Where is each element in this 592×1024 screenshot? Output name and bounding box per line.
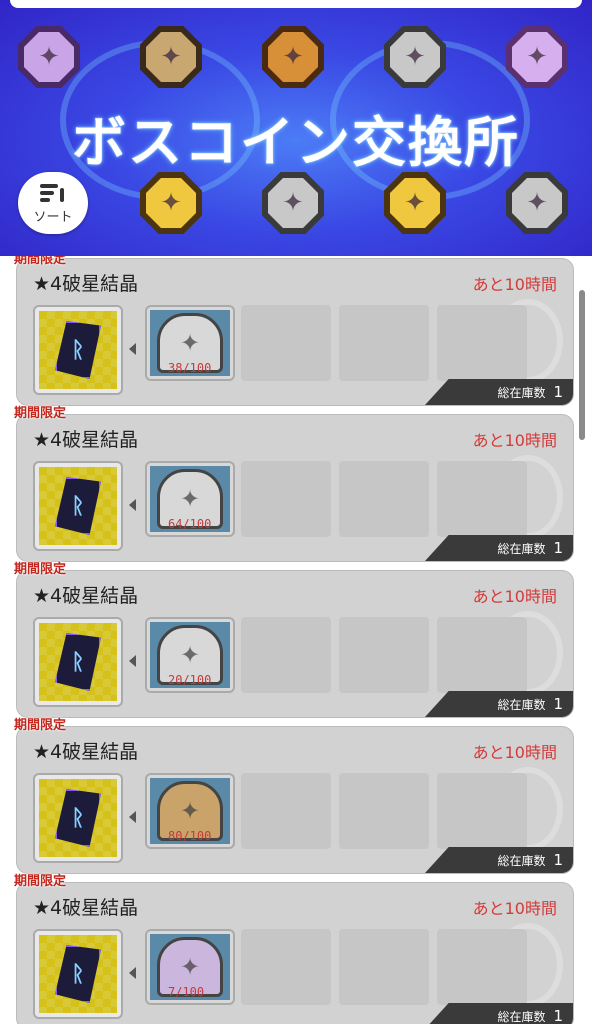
coin-count: 38/100 <box>168 361 212 375</box>
time-remaining: あと10時間 <box>472 587 557 606</box>
stock-label: 総在庫数 <box>497 1009 546 1024</box>
cost-coin-image: ✦ 80/100 <box>150 778 230 844</box>
arrow-left-icon <box>129 499 136 511</box>
crystal-item-image: ᚱ <box>39 779 117 857</box>
stock-count: 1 <box>553 539 563 557</box>
reward-item-slot[interactable]: ᚱ <box>33 773 123 863</box>
stock-count: 1 <box>553 1007 563 1024</box>
cost-coin-slot[interactable]: ✦ 20/100 <box>145 617 235 693</box>
empty-slot <box>241 617 331 693</box>
stock-bar: 総在庫数 1 <box>425 535 573 561</box>
reward-item-slot[interactable]: ᚱ <box>33 929 123 1019</box>
top-bar <box>10 0 582 8</box>
cost-coin-slot[interactable]: ✦ 7/100 <box>145 929 235 1005</box>
stock-label: 総在庫数 <box>497 385 546 400</box>
boss-coin-banner: ✦ ✦ ✦ ✦ ✦ ✦ ✦ ✦ ✦ ボスコイン交換所 ソート <box>0 0 592 256</box>
reward-item-slot[interactable]: ᚱ <box>33 461 123 551</box>
sort-button[interactable]: ソート <box>18 172 88 234</box>
empty-slot <box>241 773 331 849</box>
empty-slot <box>339 461 429 537</box>
arrow-left-icon <box>129 811 136 823</box>
page-title: ボスコイン交換所 <box>72 111 520 174</box>
empty-slot <box>241 929 331 1005</box>
empty-slot <box>241 305 331 381</box>
coin-count: 80/100 <box>168 829 212 843</box>
exchange-item-card[interactable]: ★4破星結晶 あと10時間 ᚱ ✦ 64/100 総在庫数 1 <box>16 414 574 562</box>
cost-coin-slot[interactable]: ✦ 64/100 <box>145 461 235 537</box>
cost-coin-image: ✦ 7/100 <box>150 934 230 1000</box>
crystal-item-image: ᚱ <box>39 623 117 701</box>
item-name: ★4破星結晶 <box>33 429 139 451</box>
coin-count: 20/100 <box>168 673 212 687</box>
empty-slot <box>437 617 527 693</box>
item-name: ★4破星結晶 <box>33 585 139 607</box>
stock-label: 総在庫数 <box>497 853 546 868</box>
cost-coin-slot[interactable]: ✦ 80/100 <box>145 773 235 849</box>
exchange-item-card[interactable]: ★4破星結晶 あと10時間 ᚱ ✦ 80/100 総在庫数 1 <box>16 726 574 874</box>
cost-coin-image: ✦ 20/100 <box>150 622 230 688</box>
stock-count: 1 <box>553 383 563 401</box>
empty-slot <box>437 773 527 849</box>
limited-time-tag: 期間限定 <box>14 562 67 577</box>
exchange-list[interactable]: ★4破星結晶 あと10時間 ᚱ ✦ 38/100 総在庫数 1 期間限定 ★4破星結晶 あと10時… <box>0 256 592 1024</box>
empty-slot <box>437 929 527 1005</box>
stock-label: 総在庫数 <box>497 541 546 556</box>
arrow-left-icon <box>129 967 136 979</box>
star-crystal-icon: ᚱ <box>55 633 101 691</box>
crystal-item-image: ᚱ <box>39 935 117 1013</box>
empty-slot <box>437 305 527 381</box>
stock-bar: 総在庫数 1 <box>425 379 573 405</box>
cost-coin-image: ✦ 38/100 <box>150 310 230 376</box>
coin-count: 64/100 <box>168 517 212 531</box>
reward-item-slot[interactable]: ᚱ <box>33 305 123 395</box>
stock-bar: 総在庫数 1 <box>425 847 573 873</box>
star-crystal-icon: ᚱ <box>55 477 101 535</box>
silver-boss-coin-icon: ✦ <box>140 26 202 88</box>
arrow-left-icon <box>129 343 136 355</box>
time-remaining: あと10時間 <box>472 899 557 918</box>
item-name: ★4破星結晶 <box>33 741 139 763</box>
star-crystal-icon: ᚱ <box>55 945 101 1003</box>
empty-slot <box>339 773 429 849</box>
empty-slot <box>339 617 429 693</box>
time-remaining: あと10時間 <box>472 431 557 450</box>
stock-count: 1 <box>553 851 563 869</box>
empty-slot <box>339 929 429 1005</box>
limited-time-tag: 期間限定 <box>14 874 67 889</box>
exchange-item-card[interactable]: ★4破星結晶 あと10時間 ᚱ ✦ 20/100 総在庫数 1 <box>16 570 574 718</box>
sort-icon <box>40 182 66 204</box>
silver-boss-coin-icon: ✦ <box>506 172 568 234</box>
star-crystal-icon: ᚱ <box>55 321 101 379</box>
stock-count: 1 <box>553 695 563 713</box>
item-name: ★4破星結晶 <box>33 273 139 295</box>
limited-time-tag: 期間限定 <box>14 406 67 421</box>
stock-bar: 総在庫数 1 <box>425 1003 573 1024</box>
coin-count: 7/100 <box>168 985 205 999</box>
exchange-item-card[interactable]: ★4破星結晶 あと10時間 ᚱ ✦ 38/100 総在庫数 1 <box>16 258 574 406</box>
limited-time-tag: 期間限定 <box>14 718 67 733</box>
arrow-left-icon <box>129 655 136 667</box>
empty-slot <box>241 461 331 537</box>
purple-boss-coin-icon: ✦ <box>18 26 80 88</box>
exchange-item-card[interactable]: ★4破星結晶 あと10時間 ᚱ ✦ 7/100 総在庫数 1 <box>16 882 574 1024</box>
item-name: ★4破星結晶 <box>33 897 139 919</box>
reward-item-slot[interactable]: ᚱ <box>33 617 123 707</box>
stock-bar: 総在庫数 1 <box>425 691 573 717</box>
crystal-item-image: ᚱ <box>39 467 117 545</box>
scrollbar[interactable] <box>579 290 585 440</box>
gold-boss-coin-icon: ✦ <box>140 172 202 234</box>
time-remaining: あと10時間 <box>472 743 557 762</box>
crystal-item-image: ᚱ <box>39 311 117 389</box>
cost-coin-slot[interactable]: ✦ 38/100 <box>145 305 235 381</box>
sort-label: ソート <box>33 209 73 225</box>
silver-boss-coin-icon: ✦ <box>262 172 324 234</box>
empty-slot <box>339 305 429 381</box>
time-remaining: あと10時間 <box>472 275 557 294</box>
empty-slot <box>437 461 527 537</box>
star-crystal-icon: ᚱ <box>55 789 101 847</box>
cost-coin-image: ✦ 64/100 <box>150 466 230 532</box>
stock-label: 総在庫数 <box>497 697 546 712</box>
limited-time-tag: 期間限定 <box>14 256 67 267</box>
copper-boss-coin-icon: ✦ <box>262 26 324 88</box>
